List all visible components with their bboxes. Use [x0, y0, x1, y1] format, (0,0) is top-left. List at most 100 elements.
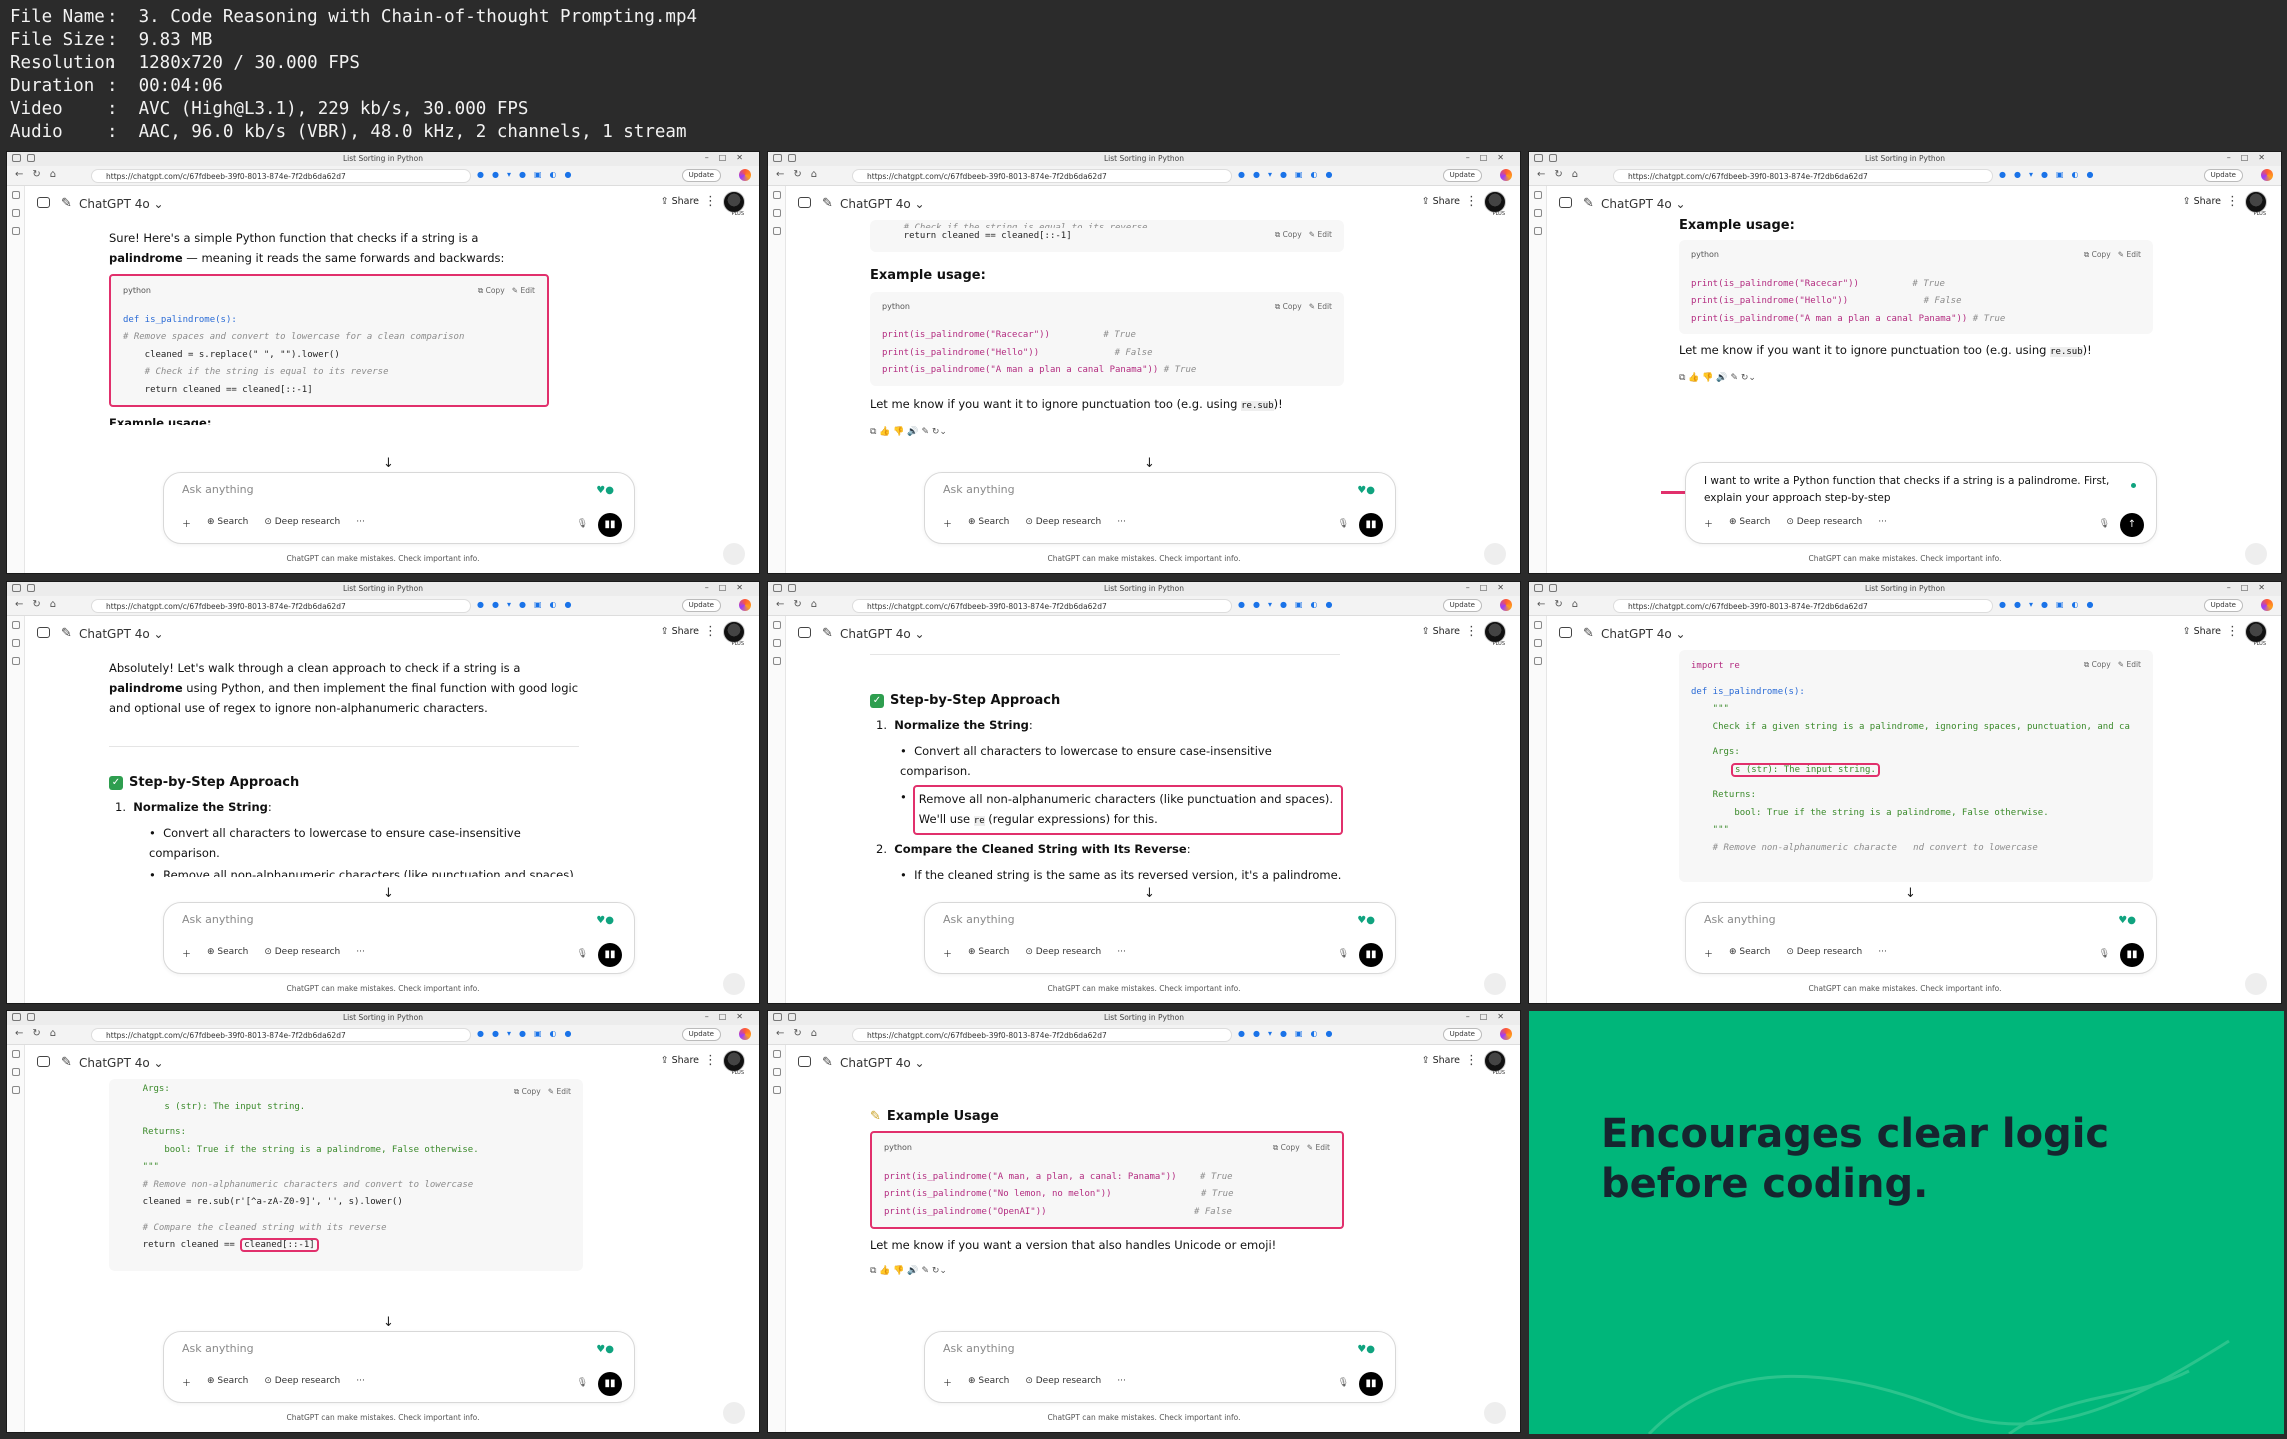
- edge-icon[interactable]: [739, 169, 751, 181]
- sidebar-icon[interactable]: [1533, 621, 1542, 629]
- share-button[interactable]: ⇪ Share: [2183, 196, 2221, 207]
- prompt-input[interactable]: Ask anything: [182, 1342, 254, 1355]
- more-icon[interactable]: ⋮: [2226, 194, 2239, 209]
- help-icon[interactable]: [1484, 973, 1506, 995]
- extension-icons[interactable]: ●●▾●▣◐●: [477, 600, 579, 609]
- sidebar-toggle-icon[interactable]: [798, 197, 811, 208]
- model-selector[interactable]: ChatGPT 4o ⌄: [1601, 627, 1686, 641]
- sidebar-icon[interactable]: [772, 209, 781, 217]
- share-button[interactable]: ⇪ Share: [661, 1055, 699, 1066]
- more-tools-button[interactable]: ···: [1878, 517, 1887, 530]
- update-button[interactable]: Update: [1442, 169, 1482, 182]
- sidebar-icon[interactable]: [772, 639, 781, 647]
- deep-research-button[interactable]: ⊙ Deep research: [264, 947, 340, 960]
- sidebar-toggle-icon[interactable]: [1559, 627, 1572, 638]
- composer[interactable]: Ask anything ♥● ＋ ⊕ Search ⊙ Deep research ··…: [924, 472, 1396, 544]
- model-selector[interactable]: ChatGPT 4o ⌄: [840, 197, 925, 211]
- update-button[interactable]: Update: [1442, 1028, 1482, 1041]
- new-chat-icon[interactable]: ✎: [822, 626, 833, 641]
- help-icon[interactable]: [1484, 543, 1506, 565]
- prompt-input[interactable]: I want to write a Python function that c…: [1704, 473, 2124, 507]
- message-actions[interactable]: ⧉ 👍 👎 🔊 ✎ ↻⌄: [870, 422, 1344, 442]
- new-chat-icon[interactable]: ✎: [822, 1055, 833, 1070]
- avatar[interactable]: [2245, 621, 2267, 643]
- url-field[interactable]: https://chatgpt.com/c/67fdbeeb-39f0-8013…: [1613, 599, 1993, 613]
- share-button[interactable]: ⇪ Share: [1422, 626, 1460, 637]
- search-button[interactable]: ⊕ Search: [207, 1376, 248, 1389]
- mic-icon[interactable]: 🎙: [1338, 519, 1349, 529]
- grammar-icons[interactable]: ♥●: [596, 915, 614, 926]
- deep-research-button[interactable]: ⊙ Deep research: [1025, 517, 1101, 530]
- composer[interactable]: Ask anything ♥● ＋ ⊕ Search ⊙ Deep research ··…: [1685, 902, 2157, 974]
- grammar-icons[interactable]: ♥●: [1357, 915, 1375, 926]
- prompt-input[interactable]: Ask anything: [943, 913, 1015, 926]
- help-icon[interactable]: [723, 1402, 745, 1424]
- voice-button[interactable]: ▮▮: [2120, 943, 2144, 967]
- search-button[interactable]: ⊕ Search: [968, 1376, 1009, 1389]
- prompt-input[interactable]: Ask anything: [182, 483, 254, 496]
- url-field[interactable]: https://chatgpt.com/c/67fdbeeb-39f0-8013…: [852, 599, 1232, 613]
- extension-icons[interactable]: ●●▾●▣◐●: [1238, 600, 1340, 609]
- search-button[interactable]: ⊕ Search: [968, 947, 1009, 960]
- mic-icon[interactable]: 🎙: [577, 1378, 588, 1388]
- grammar-icons[interactable]: ♥●: [1357, 1344, 1375, 1355]
- more-icon[interactable]: ⋮: [1465, 194, 1478, 209]
- help-icon[interactable]: [2245, 973, 2267, 995]
- more-tools-button[interactable]: ···: [1117, 517, 1126, 530]
- sidebar-icon[interactable]: [11, 639, 20, 647]
- copy-edit-buttons[interactable]: ⧉ Copy ✎ Edit: [1273, 1139, 1330, 1157]
- extension-icons[interactable]: ●●▾●▣◐●: [477, 170, 579, 179]
- add-button[interactable]: ＋: [182, 1376, 191, 1389]
- mic-icon[interactable]: 🎙: [1338, 1378, 1349, 1388]
- update-button[interactable]: Update: [1442, 599, 1482, 612]
- window-controls[interactable]: –□✕: [705, 1012, 753, 1021]
- search-button[interactable]: ⊕ Search: [207, 947, 248, 960]
- window-controls[interactable]: –□✕: [1466, 153, 1514, 162]
- edge-icon[interactable]: [2261, 169, 2273, 181]
- nav-icons[interactable]: ←↻⌂: [776, 599, 826, 610]
- voice-button[interactable]: ▮▮: [598, 943, 622, 967]
- url-field[interactable]: https://chatgpt.com/c/67fdbeeb-39f0-8013…: [91, 169, 471, 183]
- model-selector[interactable]: ChatGPT 4o ⌄: [79, 627, 164, 641]
- scroll-down-icon[interactable]: ↓: [383, 1315, 394, 1330]
- extension-icons[interactable]: ●●▾●▣◐●: [477, 1029, 579, 1038]
- add-button[interactable]: ＋: [943, 1376, 952, 1389]
- avatar[interactable]: [723, 191, 745, 213]
- sidebar-icon[interactable]: [772, 621, 781, 629]
- more-icon[interactable]: ⋮: [704, 624, 717, 639]
- avatar[interactable]: [1484, 191, 1506, 213]
- help-icon[interactable]: [723, 543, 745, 565]
- sidebar-icon[interactable]: [772, 1086, 781, 1094]
- nav-icons[interactable]: ←↻⌂: [776, 1028, 826, 1039]
- sidebar-icon[interactable]: [1533, 657, 1542, 665]
- copy-edit-buttons[interactable]: ⧉ Copy ✎ Edit: [2084, 656, 2141, 674]
- window-controls[interactable]: –□✕: [2227, 583, 2275, 592]
- voice-button[interactable]: ▮▮: [1359, 513, 1383, 537]
- composer[interactable]: I want to write a Python function that c…: [1685, 462, 2157, 544]
- scroll-down-icon[interactable]: ↓: [383, 456, 394, 471]
- share-button[interactable]: ⇪ Share: [1422, 196, 1460, 207]
- search-button[interactable]: ⊕ Search: [207, 517, 248, 530]
- sidebar-toggle-icon[interactable]: [37, 627, 50, 638]
- add-button[interactable]: ＋: [943, 517, 952, 530]
- sidebar-icon[interactable]: [11, 657, 20, 665]
- more-icon[interactable]: ⋮: [704, 194, 717, 209]
- new-chat-icon[interactable]: ✎: [61, 626, 72, 641]
- send-button[interactable]: ↑: [2120, 513, 2144, 537]
- new-chat-icon[interactable]: ✎: [1583, 626, 1594, 641]
- prompt-input[interactable]: Ask anything: [943, 483, 1015, 496]
- help-icon[interactable]: [1484, 1402, 1506, 1424]
- window-controls[interactable]: –□✕: [2227, 153, 2275, 162]
- copy-edit-buttons[interactable]: ⧉ Copy ✎ Edit: [2084, 246, 2141, 264]
- more-icon[interactable]: ⋮: [1465, 1053, 1478, 1068]
- avatar[interactable]: [2245, 191, 2267, 213]
- avatar[interactable]: [723, 1050, 745, 1072]
- sidebar-icon[interactable]: [11, 1050, 20, 1058]
- sidebar-icon[interactable]: [772, 657, 781, 665]
- add-button[interactable]: ＋: [1704, 517, 1713, 530]
- deep-research-button[interactable]: ⊙ Deep research: [1786, 947, 1862, 960]
- add-button[interactable]: ＋: [182, 947, 191, 960]
- grammar-icons[interactable]: ♥●: [596, 485, 614, 496]
- search-button[interactable]: ⊕ Search: [1729, 517, 1770, 530]
- copy-edit-buttons[interactable]: ⧉ Copy ✎ Edit: [514, 1083, 571, 1101]
